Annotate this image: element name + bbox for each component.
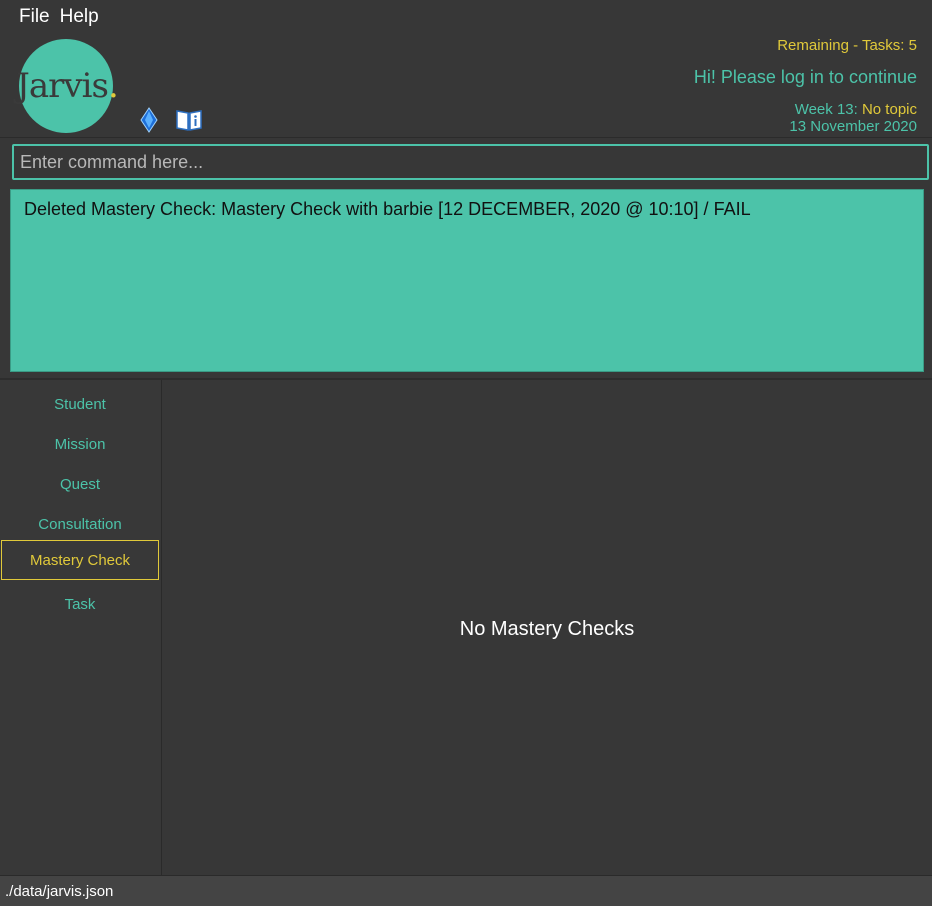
diamond-icon[interactable] [135,106,163,134]
login-greeting: Hi! Please log in to continue [693,67,917,87]
mastery-check-panel: No Mastery Checks [162,380,932,875]
menu-file[interactable]: File [0,6,60,28]
empty-list-message: No Mastery Checks [459,618,635,640]
command-input[interactable] [12,144,929,180]
sidebar-item-mastery-check[interactable]: Mastery Check [1,540,159,580]
current-date: 13 November 2020 [789,118,917,135]
jarvis-logo: Jarvis. [16,39,119,133]
command-bar [0,137,932,186]
data-file-path: ./data/jarvis.json [5,883,114,900]
result-message: Deleted Mastery Check: Mastery Check wit… [24,199,751,219]
menu-bar: File Help [0,0,932,34]
remaining-tasks: Remaining - Tasks: 5 [777,37,917,54]
sidebar: Student Mission Quest Consultation Maste… [0,380,162,875]
week-label: Week 13: [794,101,858,118]
sidebar-item-quest[interactable]: Quest [1,465,159,503]
sidebar-item-task[interactable]: Task [1,585,159,623]
book-info-icon[interactable] [175,106,203,134]
week-topic: No topic [861,101,917,118]
logo-text: Jarvis. [16,66,118,106]
sidebar-item-consultation[interactable]: Consultation [1,505,159,543]
sidebar-item-mission[interactable]: Mission [1,425,159,463]
sidebar-item-student[interactable]: Student [1,385,159,423]
menu-help[interactable]: Help [60,6,109,28]
result-display: Deleted Mastery Check: Mastery Check wit… [10,189,924,372]
status-bar: ./data/jarvis.json [0,875,932,906]
week-info: Week 13: No topic [795,101,917,118]
